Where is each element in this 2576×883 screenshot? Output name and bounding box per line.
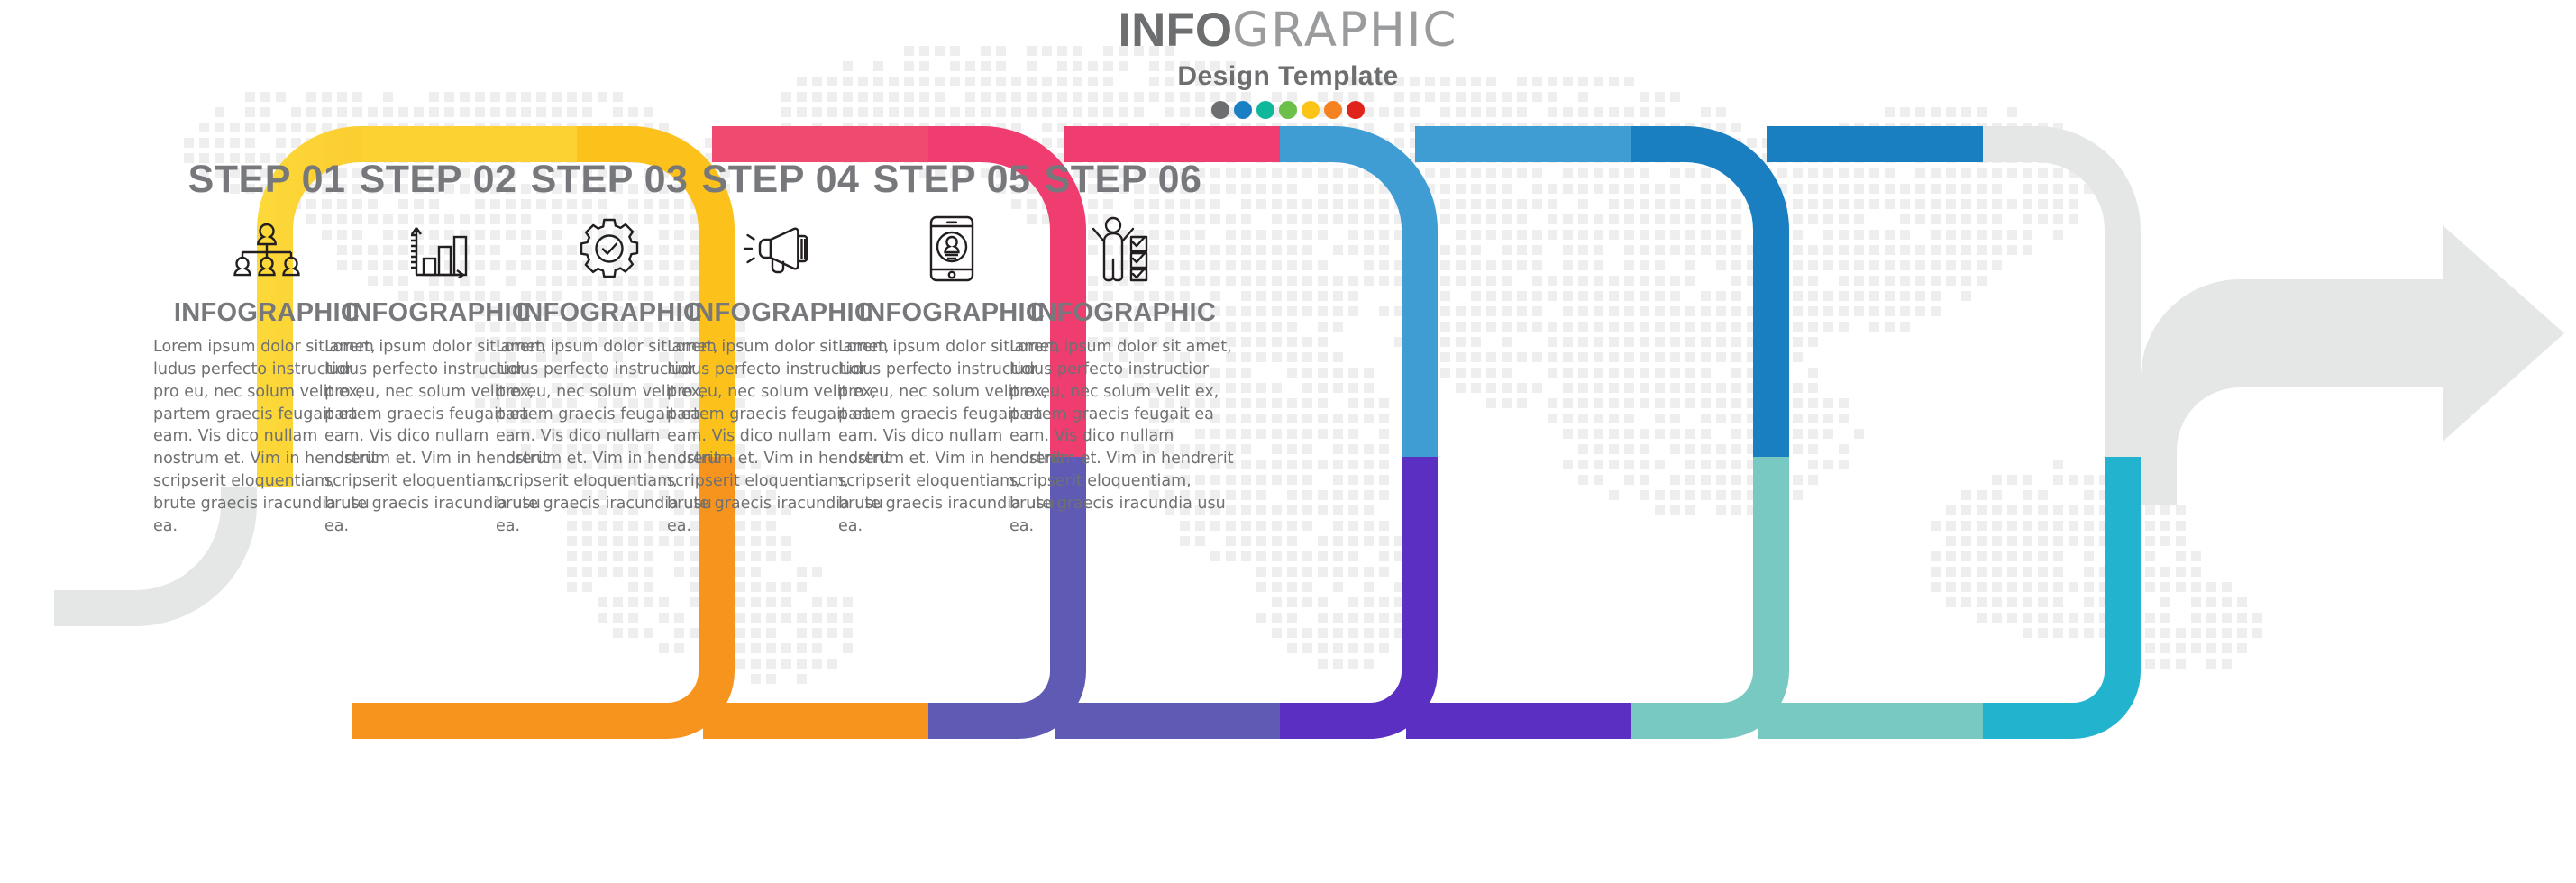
- step-subhead-6: INFOGRAPHIC: [988, 300, 1258, 326]
- ribbon-connector-1: [361, 126, 577, 162]
- ribbon-band-5: [1622, 126, 1789, 739]
- color-dot-row: [0, 101, 2576, 119]
- person-checklist-icon: [988, 219, 1258, 278]
- page-subtitle: Design Template: [0, 61, 2576, 92]
- ribbon-connector-b3: [1055, 703, 1280, 739]
- dot-yellow: [1302, 101, 1320, 119]
- ribbon-connector-5: [1767, 126, 1983, 162]
- dot-green: [1279, 101, 1297, 119]
- step-card-6[interactable]: STEP 06 INFOGRAPHIC Lorem ipsum dolor si…: [988, 160, 1258, 538]
- step-label-6: STEP 06: [988, 160, 1258, 199]
- ribbon-connector-4: [1415, 126, 1631, 162]
- dot-gray: [1211, 101, 1229, 119]
- ribbon-connector-b4: [1406, 703, 1631, 739]
- page-title-bold: INFO: [1118, 4, 1232, 57]
- ribbon-connector-3: [1064, 126, 1280, 162]
- dot-orange: [1324, 101, 1342, 119]
- step-body-6: Lorem ipsum dolor sit amet, ludus perfec…: [1009, 336, 1237, 538]
- ribbon-connector-b5: [1758, 703, 1983, 739]
- ribbon-arrow: [2141, 225, 2564, 505]
- infographic-header: INFOGRAPHIC Design Template: [0, 5, 2576, 119]
- page-title: INFOGRAPHIC: [0, 5, 2576, 56]
- dot-blue: [1234, 101, 1252, 119]
- ribbon-band-4: [1271, 126, 1438, 739]
- dot-red: [1347, 101, 1365, 119]
- ribbon-connector-2: [712, 126, 928, 162]
- ribbon-connector-b2: [703, 703, 928, 739]
- ribbon-band-6: [1974, 126, 2141, 739]
- ribbon-connector-b1: [352, 703, 577, 739]
- page-title-thin: GRAPHIC: [1232, 3, 1457, 58]
- ribbon-band-2-bottom: [451, 703, 577, 739]
- ribbon-band-1-top: [361, 126, 568, 162]
- dot-teal: [1256, 101, 1274, 119]
